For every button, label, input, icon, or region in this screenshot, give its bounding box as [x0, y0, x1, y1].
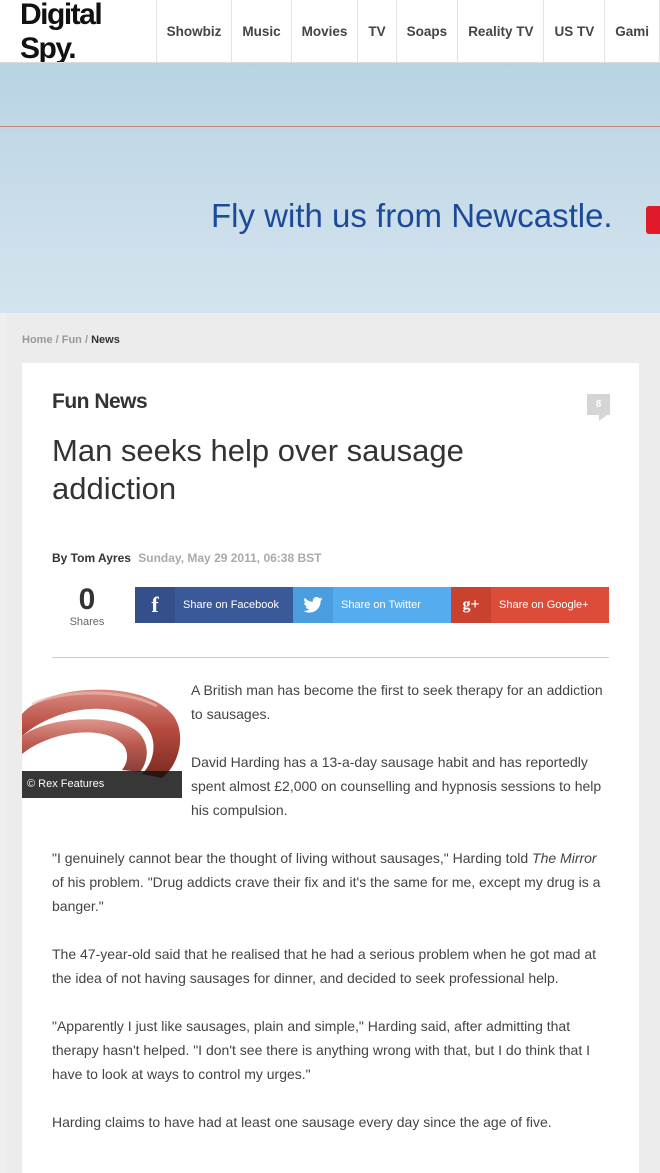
share-count-number: 0 [78, 583, 96, 616]
breadcrumb-home[interactable]: Home [22, 334, 53, 346]
nav-item-music[interactable]: Music [232, 0, 292, 62]
nav-item-gaming[interactable]: Gami [605, 0, 660, 62]
publication-name: The Mirror [532, 850, 597, 866]
paragraph-text: "I genuinely cannot bear the thought of … [52, 850, 533, 866]
article-image[interactable]: © Rex Features [22, 674, 182, 798]
share-count-label: Shares [69, 616, 105, 628]
author-name[interactable]: By Tom Ayres [52, 551, 131, 565]
nav-item-soaps[interactable]: Soaps [397, 0, 459, 62]
article-paragraph: A British man has become the first to se… [191, 682, 603, 722]
twitter-icon [293, 587, 333, 623]
publish-date: Sunday, May 29 2011, 06:38 BST [138, 551, 322, 565]
share-facebook-button[interactable]: f Share on Facebook [135, 587, 293, 623]
top-navigation: Digital Spy. Showbiz Music Movies TV Soa… [0, 0, 660, 63]
breadcrumb-current: News [91, 334, 120, 346]
divider [52, 657, 609, 658]
banner-tagline[interactable]: Fly with us from Newcastle. [211, 197, 613, 235]
nav-item-reality-tv[interactable]: Reality TV [458, 0, 545, 62]
facebook-icon: f [135, 587, 175, 623]
nav-item-us-tv[interactable]: US TV [544, 0, 606, 62]
share-counter: 0 Shares [62, 583, 112, 629]
nav-item-movies[interactable]: Movies [292, 0, 359, 62]
article-paragraph: David Harding has a 13-a-day sausage hab… [191, 754, 602, 818]
banner-cta-tab[interactable] [646, 206, 660, 234]
article-paragraph: "Apparently I just like sausages, plain … [52, 1018, 590, 1082]
article-byline: By Tom Ayres Sunday, May 29 2011, 06:38 … [52, 551, 321, 565]
article-paragraph: The 47-year-old said that he realised th… [52, 946, 596, 986]
site-logo-text[interactable]: Digital Spy. [20, 0, 156, 62]
banner-divider [0, 126, 660, 127]
advert-banner[interactable]: Fly with us from Newcastle. [0, 63, 660, 313]
share-twitter-label: Share on Twitter [341, 599, 421, 611]
image-credit: © Rex Features [22, 771, 182, 798]
share-facebook-label: Share on Facebook [183, 599, 280, 611]
breadcrumb-separator: / [81, 334, 92, 346]
breadcrumb-fun[interactable]: Fun [62, 334, 82, 346]
breadcrumb-separator: / [52, 334, 62, 346]
breadcrumb: Home / Fun / News [22, 334, 120, 346]
article-paragraph: "I genuinely cannot bear the thought of … [52, 846, 612, 918]
comment-count-badge[interactable]: 8 [587, 394, 610, 421]
google-plus-icon: g+ [451, 587, 491, 623]
share-google-button[interactable]: g+ Share on Google+ [451, 587, 609, 623]
nav-item-showbiz[interactable]: Showbiz [157, 0, 233, 62]
article-headline: Man seeks help over sausage addiction [52, 433, 464, 506]
section-title[interactable]: Fun News [52, 390, 148, 414]
nav-item-tv[interactable]: TV [358, 0, 397, 62]
paragraph-text: of his problem. "Drug addicts crave thei… [52, 874, 601, 914]
article-paragraph: Harding claims to have had at least one … [52, 1114, 552, 1130]
site-logo[interactable]: Digital Spy. [0, 0, 157, 62]
share-google-label: Share on Google+ [499, 599, 589, 611]
share-twitter-button[interactable]: Share on Twitter [293, 587, 451, 623]
